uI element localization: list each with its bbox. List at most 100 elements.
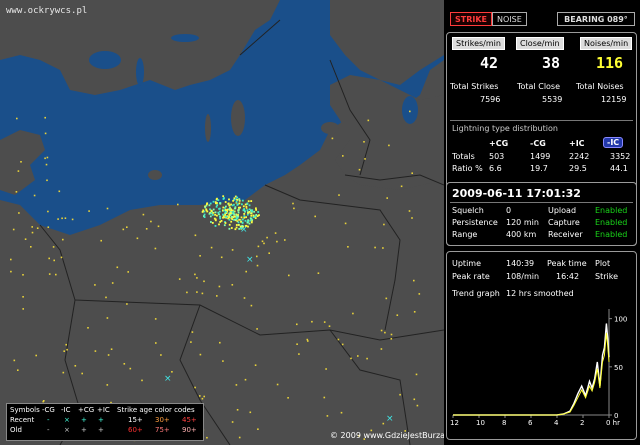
strike-marker [276,383,279,386]
strike-marker [201,397,204,400]
strike-marker [31,231,34,234]
strike-marker [256,328,258,330]
totals-pos-cg: 503 [489,152,505,161]
strike-marker [228,227,231,230]
trend-graph-value: 12 hrs smoothed [506,289,574,298]
strike-marker [252,214,255,217]
strike-marker [199,395,201,397]
strike-marker [194,234,197,237]
strike-marker [323,396,326,399]
strike-marker [231,218,234,220]
strike-marker [307,340,309,342]
strike-marker [243,213,246,215]
strike-marker [215,202,217,205]
strike-marker [235,224,238,226]
strike-marker [216,214,218,217]
strike-marker [212,200,215,203]
strike-marker [105,296,107,299]
strike-marker [243,209,246,212]
strike-marker [250,221,253,224]
strike-marker [194,273,196,276]
uptime-label: Uptime [452,259,482,268]
strike-marker [230,216,233,218]
strike-marker [382,247,384,249]
graph-x-tick-label: 12 [450,419,459,427]
strike-marker [218,213,220,216]
strike-marker [53,259,55,262]
strike-marker [245,205,248,208]
strike-marker [219,217,222,220]
strike-marker [250,200,253,202]
strike-marker [47,210,49,213]
strike-marker [214,211,217,214]
strike-marker [203,280,205,283]
strike-marker [249,411,252,414]
strike-marker [106,207,109,210]
strike-marker [160,354,162,356]
plot-value[interactable]: Strike [595,272,618,281]
strike-marker [248,222,251,225]
strike-marker [244,378,247,381]
strike-marker [228,208,231,210]
strike-marker [145,228,148,230]
strike-marker [374,246,376,249]
strike-marker [210,212,213,215]
strike-button[interactable]: STRIKE [450,12,493,26]
strike-marker [390,338,393,340]
strike-marker [363,141,365,143]
strike-marker [249,219,252,222]
strike-marker [241,222,244,224]
strike-marker [245,270,247,273]
strike-marker [127,271,129,273]
strike-marker [206,436,208,439]
strike-cross-marker: × [386,414,394,424]
strike-marker [380,329,383,332]
strike-marker [237,209,240,212]
noise-button[interactable]: NOISE [492,12,527,26]
strike-marker [258,214,260,217]
col-neg-ic-selected[interactable]: -IC [603,137,624,148]
graph-y-tick-label: 100 [614,316,627,324]
strike-marker [413,398,416,401]
strike-marker [232,199,234,202]
totals-label: Totals [452,152,475,161]
strike-marker [235,201,238,203]
strike-marker [245,207,248,210]
totals-neg-ic: 3352 [610,152,631,161]
legend-old-label: Old [10,426,22,434]
bearing-button[interactable]: BEARING 089° [557,12,635,26]
lightning-map[interactable]: www.ockrywcs.pl × × × × Symbols -CG -IC +CG… [0,0,444,445]
strike-marker [241,199,244,202]
range-value: 400 km [506,230,537,239]
strike-marker [44,116,46,119]
strike-marker [246,202,249,205]
peak-time-label: Peak time [547,259,587,268]
strike-marker [400,185,403,188]
legend-age-75: 75+ [155,426,170,434]
strike-marker [48,273,51,275]
strike-marker [222,195,225,198]
strike-marker [48,257,50,260]
strike-marker [248,211,251,213]
strike-marker [10,258,12,261]
legend-age-30: 30+ [155,416,170,424]
total-close-value: 5539 [542,95,563,104]
col-neg-cg: -CG [530,139,546,148]
strike-marker [413,279,415,282]
strike-marker [155,342,157,344]
strike-marker [150,220,152,223]
strike-marker [367,119,370,122]
legend-old-pos-ic: + [98,426,104,434]
strike-marker [344,222,347,225]
strike-marker [225,215,228,218]
legend-age-45: 45+ [182,416,197,424]
strike-marker [256,255,258,258]
strike-marker [250,212,253,215]
totals-neg-cg: 1499 [530,152,551,161]
strike-marker [106,317,109,319]
strike-marker [154,247,157,250]
strike-marker [228,198,230,201]
strikes-per-min-header: Strikes/min [452,37,505,50]
strike-marker [240,216,243,219]
plot-label: Plot [595,259,611,268]
